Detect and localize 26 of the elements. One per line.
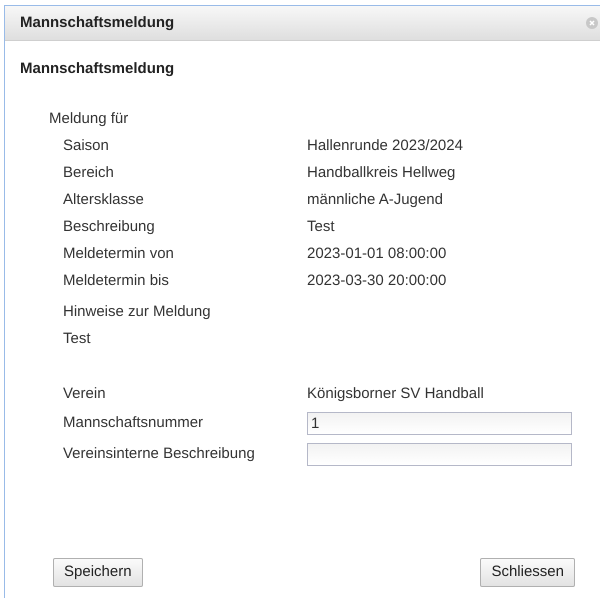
field-label: Meldetermin von xyxy=(63,244,175,264)
section-label: Meldung für xyxy=(49,109,128,130)
field-label: Saison xyxy=(63,136,110,156)
field-value: 2023-01-01 08:00:00 xyxy=(307,244,446,264)
window-title: Mannschaftsmeldung xyxy=(20,12,174,33)
save-button[interactable]: Speichern xyxy=(53,558,143,587)
close-icon[interactable] xyxy=(586,17,598,29)
field-value: Hallenrunde 2023/2024 xyxy=(307,136,463,156)
field-label: Altersklasse xyxy=(63,190,145,210)
field-value: Königsborner SV Handball xyxy=(307,384,484,404)
form-heading: Mannschaftsmeldung xyxy=(20,58,174,79)
input-field[interactable]: 1 xyxy=(307,412,572,435)
field-label: Vereinsinterne Beschreibung xyxy=(63,444,256,464)
field-label: Mannschaftsnummer xyxy=(63,413,204,434)
notes-text: Test xyxy=(63,329,91,350)
field-label: Bereich xyxy=(63,163,115,184)
field-value: Test xyxy=(307,217,335,238)
field-label: Verein xyxy=(63,384,107,404)
notes-label: Hinweise zur Meldung xyxy=(63,302,211,322)
field-value: Handballkreis Hellweg xyxy=(307,163,456,184)
field-value: männliche A-Jugend xyxy=(307,190,443,210)
input-field[interactable] xyxy=(307,443,572,466)
field-label: Meldetermin bis xyxy=(63,271,170,292)
field-value: 2023-03-30 20:00:00 xyxy=(307,271,446,292)
field-label: Beschreibung xyxy=(63,217,156,238)
close-button[interactable]: Schliessen xyxy=(480,558,575,587)
